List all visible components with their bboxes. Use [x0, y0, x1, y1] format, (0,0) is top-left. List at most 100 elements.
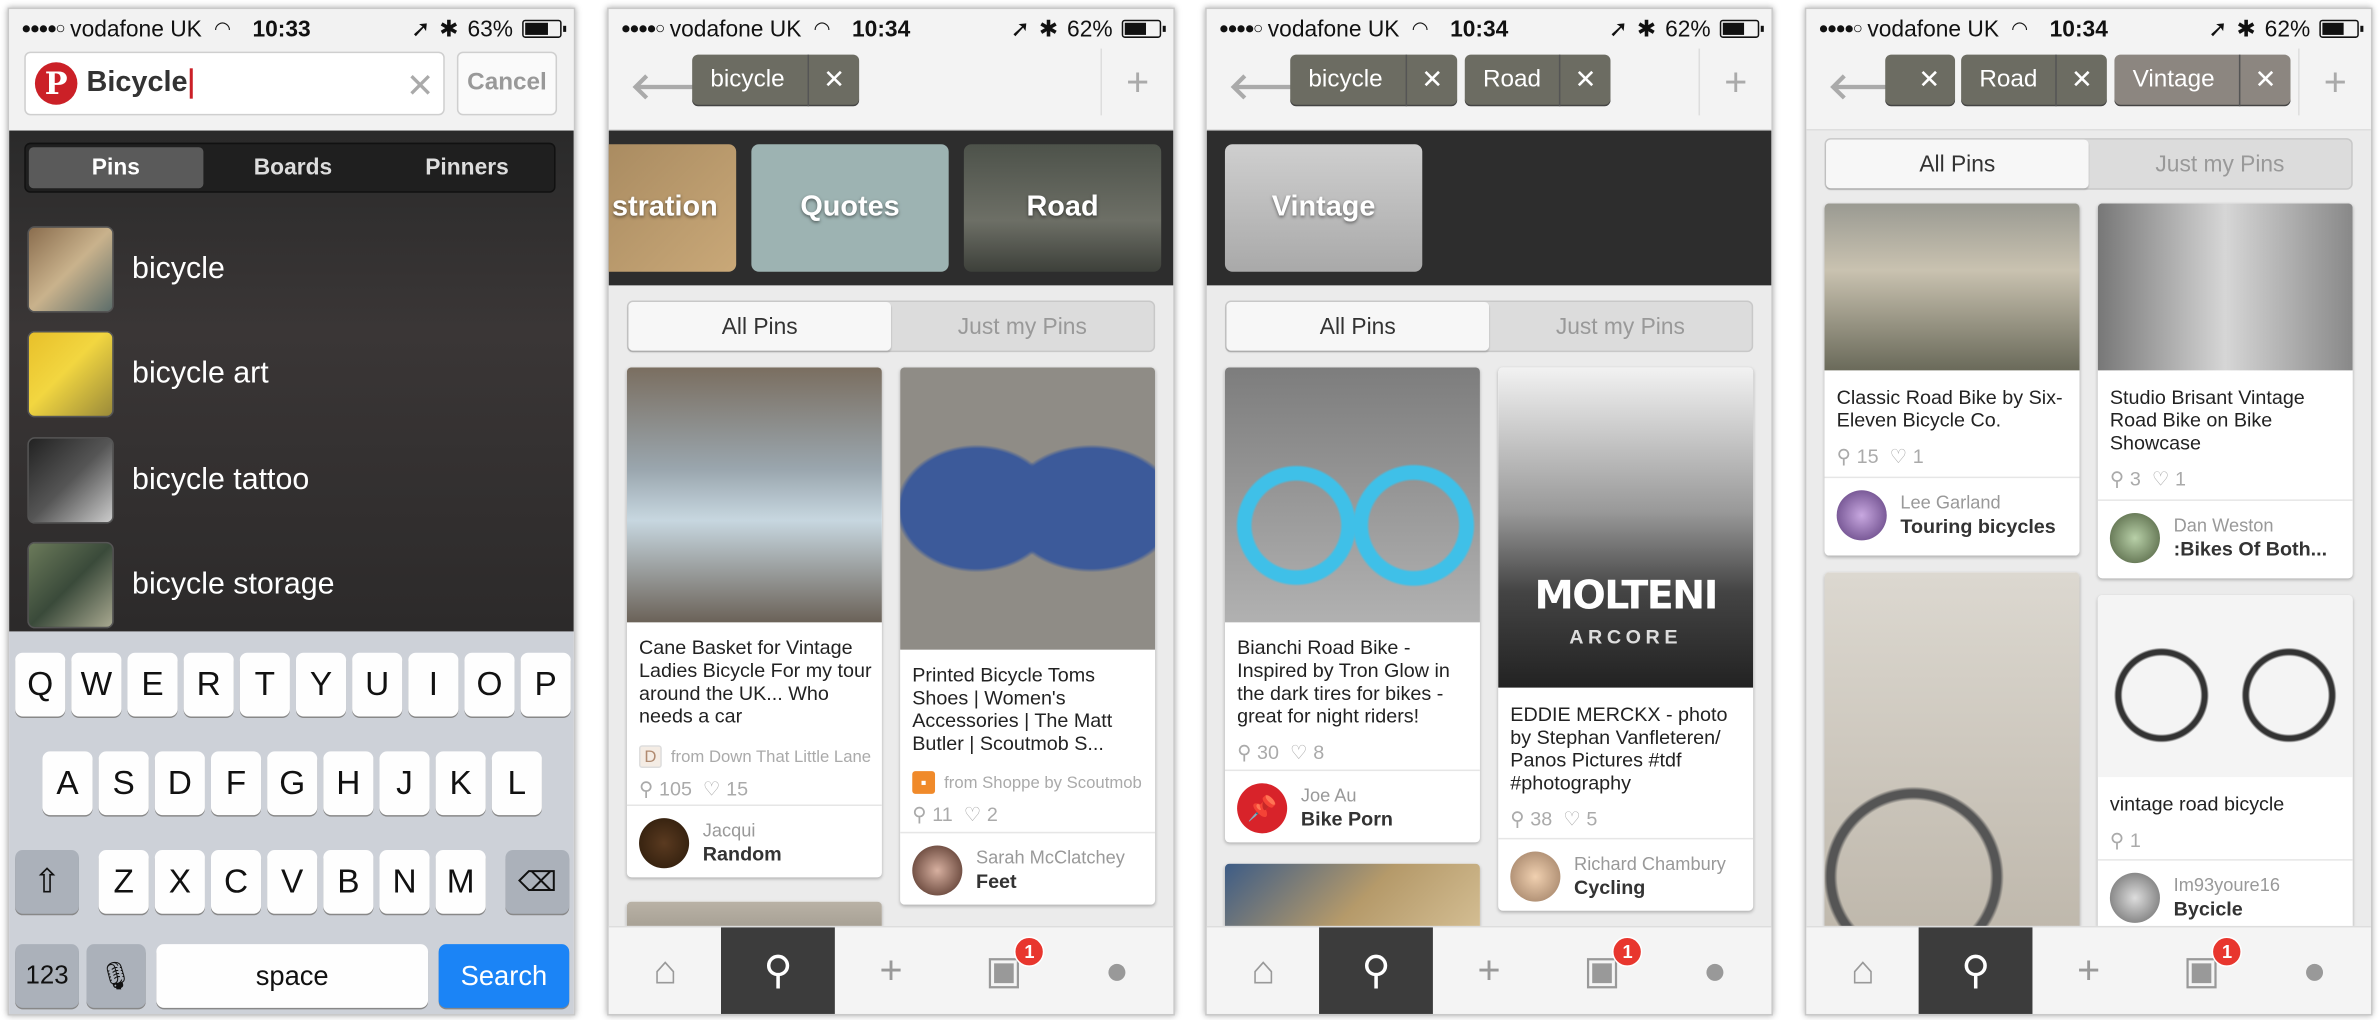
key-l[interactable]: L — [491, 751, 542, 816]
category-tile[interactable]: Vintage — [1224, 144, 1423, 272]
key-x[interactable]: X — [154, 850, 205, 914]
search-tag[interactable]: bicycle ✕ — [1290, 54, 1458, 107]
close-icon[interactable]: ✕ — [2055, 54, 2107, 107]
search-tag[interactable]: ✕ — [1885, 54, 1956, 107]
tab-boards[interactable]: Boards — [206, 144, 380, 191]
home-icon[interactable]: ⌂ — [1806, 927, 1919, 1014]
pin-pinner[interactable]: Lee Garland Touring bicycles — [1824, 476, 2080, 550]
key-i[interactable]: I — [408, 652, 459, 717]
suggestion-item[interactable]: bicycle tattoo — [27, 436, 558, 524]
pin-source[interactable]: Dfrom Down That Little Lane — [639, 745, 871, 769]
notifications-icon[interactable]: ▣ 1 — [1546, 927, 1659, 1014]
key-g[interactable]: G — [267, 751, 318, 816]
plus-icon[interactable]: + — [1433, 927, 1546, 1014]
pin-source[interactable]: ▪ from Shoppe by Scoutmob — [912, 771, 1142, 794]
suggestion-item[interactable]: bicycle — [27, 225, 558, 313]
tab-all-pins[interactable]: All Pins — [1826, 139, 2089, 189]
search-tag[interactable]: bicycle ✕ — [692, 54, 860, 107]
key-z[interactable]: Z — [98, 850, 149, 914]
category-tile[interactable]: Road — [963, 144, 1162, 272]
search-tag[interactable]: Road ✕ — [1961, 54, 2107, 107]
profile-icon[interactable]: ● — [1060, 927, 1173, 1014]
key-f[interactable]: F — [210, 751, 262, 816]
plus-icon[interactable]: + — [2298, 48, 2371, 116]
key-o[interactable]: O — [464, 652, 515, 717]
close-icon[interactable]: ✕ — [1903, 55, 1955, 107]
notifications-icon[interactable]: ▣ 1 — [2145, 927, 2258, 1014]
close-icon[interactable]: ✕ — [2238, 54, 2291, 107]
shift-icon[interactable]: ⇧ — [15, 850, 79, 914]
profile-icon[interactable]: ● — [1658, 927, 1771, 1014]
pin-pinner[interactable]: 📌 Joe Au Bike Porn — [1224, 769, 1480, 843]
search-icon[interactable]: ⚲ — [1319, 927, 1433, 1014]
delete-icon[interactable]: ⌫ — [505, 850, 570, 914]
pin-card[interactable] — [1824, 572, 2080, 931]
close-icon[interactable]: ✕ — [1405, 54, 1458, 107]
pin-card[interactable]: Bianchi Road Bike - Inspired by Tron Glo… — [1224, 367, 1480, 843]
plus-icon[interactable]: + — [835, 927, 948, 1014]
home-icon[interactable]: ⌂ — [1207, 927, 1320, 1014]
search-tag[interactable]: Road ✕ — [1464, 54, 1611, 107]
pin-pinner[interactable]: Sarah McClatchey Feet — [900, 831, 1156, 905]
pin-pinner[interactable]: Dan Weston :Bikes Of Both... — [2097, 499, 2353, 572]
pin-card[interactable]: Printed Bicycle Toms Shoes | Women's Acc… — [900, 367, 1156, 905]
key-j[interactable]: J — [379, 751, 430, 816]
pin-card[interactable]: vintage road bicycle ⚲ 1 Im93youre16 Byc… — [2097, 595, 2353, 936]
key-c[interactable]: C — [210, 850, 262, 914]
key-u[interactable]: U — [352, 652, 403, 717]
suggestion-item[interactable]: bicycle storage — [27, 540, 558, 628]
key-d[interactable]: D — [154, 751, 205, 816]
pin-card[interactable]: Cane Basket for Vintage Ladies Bicycle F… — [626, 367, 882, 878]
key-y[interactable]: Y — [295, 652, 347, 717]
key-a[interactable]: A — [42, 751, 93, 816]
pin-card[interactable]: Studio Brisant Vintage Road Bike on Bike… — [2097, 203, 2353, 579]
cancel-button[interactable]: Cancel — [456, 51, 558, 116]
tab-just-my-pins[interactable]: Just my Pins — [1489, 302, 1752, 351]
tab-pinners[interactable]: Pinners — [380, 144, 554, 191]
key-s[interactable]: S — [98, 751, 149, 816]
plus-icon[interactable]: + — [2032, 927, 2145, 1014]
close-icon[interactable]: ✕ — [807, 54, 860, 107]
pin-pinner[interactable]: Richard Chambury Cycling — [1498, 837, 1754, 911]
pin-pinner[interactable]: Jacqui Random — [626, 804, 882, 877]
category-tile[interactable]: Quotes — [751, 144, 949, 272]
key-m[interactable]: M — [435, 850, 486, 914]
search-icon[interactable]: ⚲ — [1919, 927, 2033, 1014]
key-k[interactable]: K — [435, 751, 486, 816]
key-t[interactable]: T — [239, 652, 290, 717]
suggestion-item[interactable]: bicycle art — [27, 329, 558, 417]
pin-card[interactable]: MOLTENI ARCORE EDDIE MERCKX - photo by S… — [1498, 367, 1754, 911]
tab-pins[interactable]: Pins — [28, 147, 203, 189]
key-numbers[interactable]: 123 — [15, 944, 79, 1008]
key-q[interactable]: Q — [15, 652, 66, 717]
key-e[interactable]: E — [127, 652, 178, 717]
profile-icon[interactable]: ● — [2258, 927, 2371, 1014]
tab-all-pins[interactable]: All Pins — [628, 302, 892, 351]
plus-icon[interactable]: + — [1100, 48, 1173, 116]
search-icon[interactable]: ⚲ — [721, 927, 835, 1014]
tab-all-pins[interactable]: All Pins — [1226, 302, 1490, 351]
pin-pinner[interactable]: Im93youre16 Bycicle — [2097, 859, 2353, 932]
search-tag[interactable]: Vintage ✕ — [2114, 54, 2291, 107]
category-tile[interactable]: stration — [608, 144, 737, 272]
key-r[interactable]: R — [183, 652, 234, 717]
key-v[interactable]: V — [267, 850, 318, 914]
close-icon[interactable]: ✕ — [1558, 54, 1611, 107]
tab-just-my-pins[interactable]: Just my Pins — [891, 302, 1154, 351]
search-input[interactable]: P Bicycle ✕ — [24, 51, 445, 116]
key-space[interactable]: space — [156, 944, 429, 1008]
key-p[interactable]: P — [520, 652, 571, 717]
notifications-icon[interactable]: ▣ 1 — [948, 927, 1061, 1014]
key-b[interactable]: B — [323, 850, 374, 914]
pin-title: Classic Road Bike by Six-Eleven Bicycle … — [1836, 385, 2063, 432]
plus-icon[interactable]: + — [1698, 48, 1772, 116]
key-h[interactable]: H — [323, 751, 374, 816]
pin-card[interactable]: Classic Road Bike by Six-Eleven Bicycle … — [1824, 203, 2080, 556]
search-key[interactable]: Search — [438, 944, 570, 1008]
key-w[interactable]: W — [71, 652, 122, 717]
microphone-icon[interactable]: 🎙 — [86, 944, 146, 1008]
clear-search-icon[interactable]: ✕ — [406, 67, 434, 106]
home-icon[interactable]: ⌂ — [609, 927, 722, 1014]
key-n[interactable]: N — [379, 850, 430, 914]
tab-just-my-pins[interactable]: Just my Pins — [2089, 140, 2352, 189]
